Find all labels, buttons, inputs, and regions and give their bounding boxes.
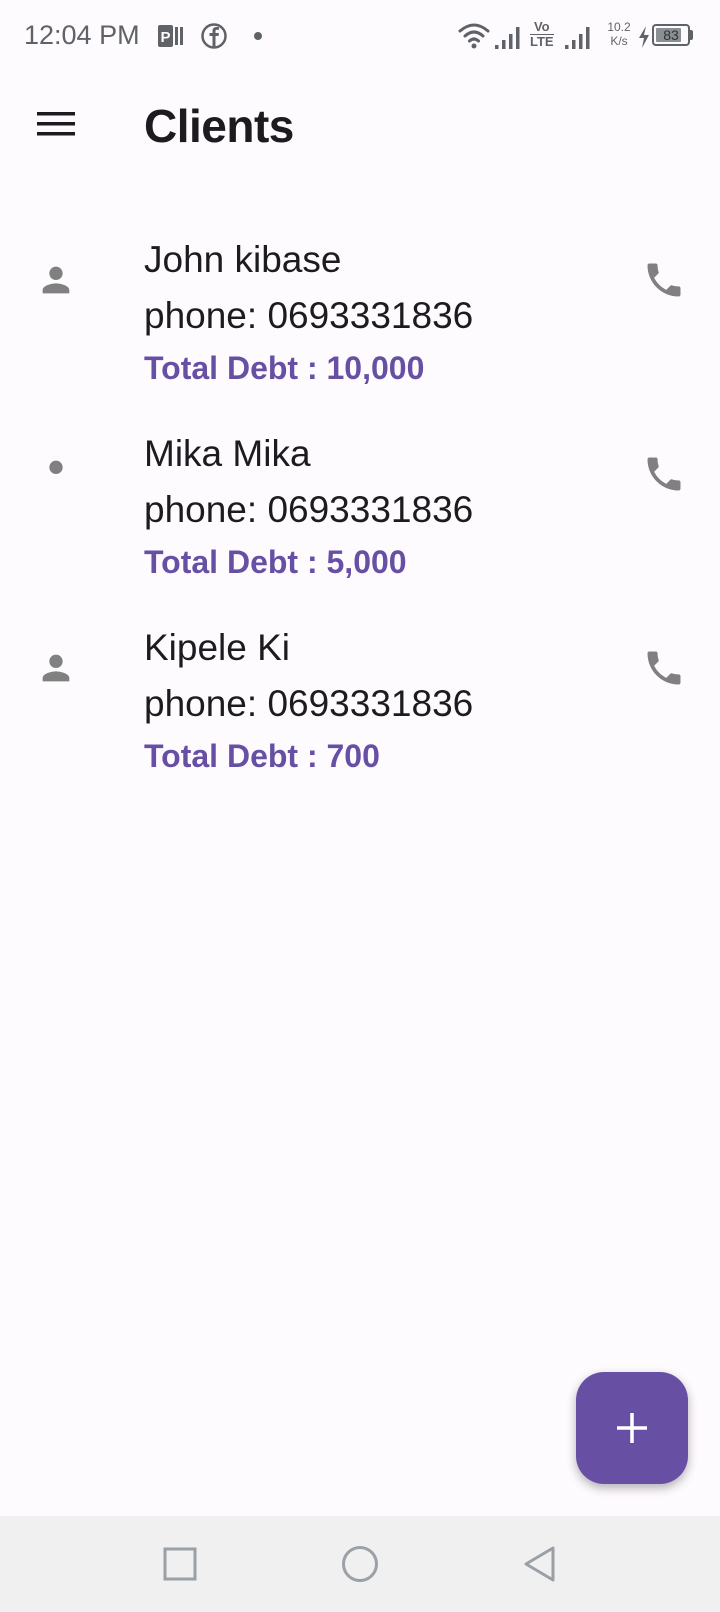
client-debt: Total Debt : 10,000 <box>144 350 425 386</box>
hamburger-menu-icon <box>37 112 75 136</box>
volte-icon: Vo LTE <box>530 20 554 49</box>
page-title: Clients <box>144 100 294 152</box>
phone-icon <box>647 651 681 685</box>
person-icon <box>42 266 70 294</box>
svg-text:P: P <box>160 29 170 46</box>
wifi-icon <box>458 23 490 49</box>
call-button[interactable] <box>634 250 694 310</box>
client-debt: Total Debt : 5,000 <box>144 544 407 580</box>
battery-level: 83 <box>663 27 679 43</box>
net-speed-value: 10.2 <box>607 20 631 34</box>
net-speed: 10.2 K/s <box>602 20 636 48</box>
client-text: Mika Mika phone: 0693331836 Total Debt :… <box>144 428 600 584</box>
client-phone: phone: 0693331836 <box>144 295 474 336</box>
battery-icon: 83 <box>652 24 690 46</box>
call-button[interactable] <box>634 638 694 698</box>
add-client-button[interactable] <box>576 1372 688 1484</box>
client-name: John kibase <box>144 239 342 280</box>
volte-bottom-label: LTE <box>530 34 554 49</box>
person-icon <box>49 460 63 478</box>
back-button[interactable] <box>516 1540 564 1588</box>
volte-top-label: Vo <box>533 19 550 34</box>
net-speed-unit: K/s <box>610 34 628 48</box>
client-name: Kipele Ki <box>144 627 291 668</box>
signal-icon <box>495 27 520 49</box>
battery-tip <box>690 30 693 40</box>
list-item[interactable]: Mika Mika phone: 0693331836 Total Debt :… <box>0 418 720 612</box>
recent-apps-icon <box>163 1547 197 1581</box>
parking-app-icon: P <box>158 25 183 47</box>
home-icon <box>342 1546 378 1582</box>
list-item[interactable]: John kibase phone: 0693331836 Total Debt… <box>0 224 720 418</box>
client-text: Kipele Ki phone: 0693331836 Total Debt :… <box>144 622 600 778</box>
status-time: 12:04 PM <box>24 20 140 50</box>
back-icon <box>524 1546 555 1582</box>
home-button[interactable] <box>336 1540 384 1588</box>
client-list: John kibase phone: 0693331836 Total Debt… <box>0 224 720 806</box>
recent-apps-button[interactable] <box>156 1540 204 1588</box>
client-phone: phone: 0693331836 <box>144 683 474 724</box>
app-bar: Clients <box>0 72 720 186</box>
person-icon <box>42 654 70 682</box>
facebook-icon <box>201 23 227 49</box>
client-debt: Total Debt : 700 <box>144 738 380 774</box>
navigation-bar <box>0 1516 720 1612</box>
client-text: John kibase phone: 0693331836 Total Debt… <box>144 234 600 390</box>
phone-icon <box>647 263 681 297</box>
notification-dot <box>254 32 262 40</box>
signal-icon-2 <box>565 27 590 49</box>
list-item[interactable]: Kipele Ki phone: 0693331836 Total Debt :… <box>0 612 720 806</box>
status-bar: 12:04 PM P Vo LTE 10.2 K/s 83 <box>0 0 720 72</box>
plus-icon <box>617 1413 647 1443</box>
phone-icon <box>647 457 681 491</box>
charging-icon <box>639 26 649 48</box>
client-name: Mika Mika <box>144 433 311 474</box>
client-phone: phone: 0693331836 <box>144 489 474 530</box>
menu-button[interactable] <box>26 94 86 154</box>
call-button[interactable] <box>634 444 694 504</box>
